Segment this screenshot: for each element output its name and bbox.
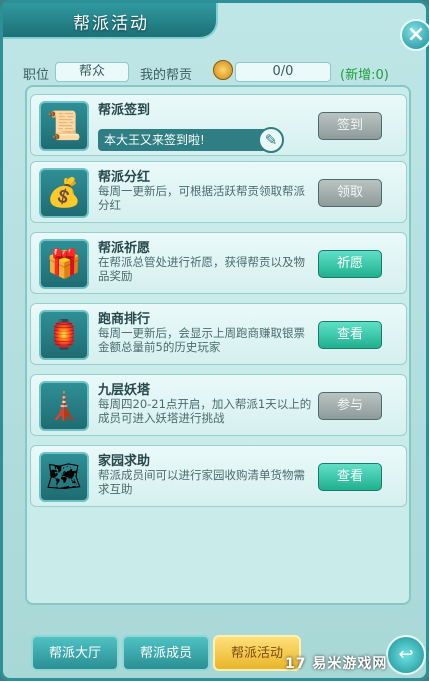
- activity-card-home-help: 🗺 家园求助 帮派成员间可以进行家园收购清单货物需求互助 查看: [30, 445, 407, 507]
- view-button[interactable]: 查看: [318, 463, 382, 491]
- pen-icon[interactable]: ✎: [258, 127, 284, 153]
- signin-button[interactable]: 签到: [318, 112, 382, 140]
- card-title: 帮派分红: [98, 170, 151, 185]
- title-tab: 帮派活动: [3, 3, 218, 39]
- activity-card-signin: 📜 帮派签到 本大王又来签到啦! ✎ 签到: [30, 94, 407, 156]
- info-row: 职位 帮众 我的帮贡 0/0 (新增:0): [23, 60, 406, 84]
- close-button[interactable]: ×: [400, 19, 429, 51]
- card-title: 跑商排行: [98, 312, 151, 327]
- activity-card-tower: 🗼 九层妖塔 每周四20-21点开启，加入帮派1天以上的成员可进入妖塔进行挑战 …: [30, 374, 407, 436]
- card-title: 家园求助: [98, 454, 151, 469]
- claim-button[interactable]: 领取: [318, 179, 382, 207]
- close-icon: ×: [406, 22, 426, 47]
- card-desc: 每周一更新后，可根据活跃帮贡领取帮派分红: [98, 184, 305, 212]
- scroll-book-icon: 📜: [39, 101, 89, 151]
- card-desc: 帮派成员间可以进行家园收购清单货物需求互助: [98, 468, 305, 496]
- wish-button[interactable]: 祈愿: [318, 250, 382, 278]
- position-value: 帮众: [55, 62, 129, 82]
- coin-icon: [213, 60, 233, 80]
- tab-guild-members[interactable]: 帮派成员: [122, 635, 210, 671]
- pagoda-icon: 🗼: [39, 381, 89, 431]
- activity-card-wish: 🎁 帮派祈愿 在帮派总管处进行祈愿，获得帮贡以及物品奖励 祈愿: [30, 232, 407, 294]
- back-button[interactable]: ↩: [386, 635, 426, 675]
- card-desc: 每周一更新后，会显示上周跑商赚取银票金额总量前5的历史玩家: [98, 326, 305, 354]
- join-button[interactable]: 参与: [318, 392, 382, 420]
- watermark: 17 易米游戏网: [285, 656, 388, 672]
- view-button[interactable]: 查看: [318, 321, 382, 349]
- tab-guild-hall[interactable]: 帮派大厅: [31, 635, 119, 671]
- card-desc: 每周四20-21点开启，加入帮派1天以上的成员可进入妖塔进行挑战: [98, 397, 312, 425]
- card-desc: 在帮派总管处进行祈愿，获得帮贡以及物品奖励: [98, 255, 305, 283]
- signin-message-input[interactable]: 本大王又来签到啦!: [98, 129, 268, 151]
- activity-card-trade-rank: 🏮 跑商排行 每周一更新后，会显示上周跑商赚取银票金额总量前5的历史玩家 查看: [30, 303, 407, 365]
- position-label: 职位: [23, 68, 50, 83]
- gift-box-icon: 🎁: [39, 239, 89, 289]
- contribution-value: 0/0: [235, 62, 331, 82]
- card-title: 九层妖塔: [98, 383, 151, 398]
- activity-card-dividend: 💰 帮派分红 每周一更新后，可根据活跃帮贡领取帮派分红 领取: [30, 161, 407, 223]
- scroll-map-icon: 🗺: [39, 452, 89, 502]
- contribution-label: 我的帮贡: [140, 68, 193, 83]
- window-title: 帮派活动: [73, 14, 149, 34]
- increase-text: (新增:0): [340, 68, 389, 83]
- card-title: 帮派签到: [98, 103, 151, 118]
- back-arrow-icon: ↩: [398, 644, 414, 665]
- banner-icon: 🏮: [39, 310, 89, 360]
- card-title: 帮派祈愿: [98, 241, 151, 256]
- activity-panel: 帮派活动 × 职位 帮众 我的帮贡 0/0 (新增:0) 📜 帮派签到 本大王又…: [0, 0, 429, 681]
- gold-ingot-icon: 💰: [39, 168, 89, 218]
